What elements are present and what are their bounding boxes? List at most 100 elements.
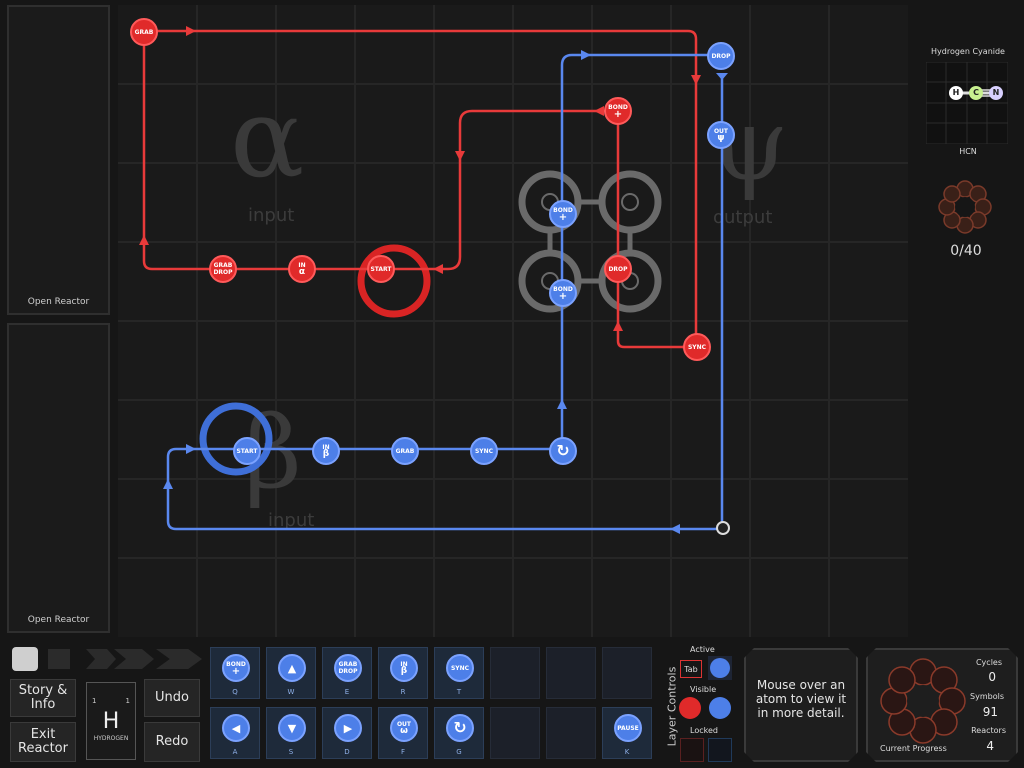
- symbol-label: DROP: [608, 265, 628, 273]
- tool-arrow-down[interactable]: ▼ S: [266, 707, 316, 759]
- tool-label: SYNC: [450, 664, 470, 672]
- tool-icon: PAUSE: [614, 714, 642, 742]
- tool-key: W: [287, 688, 295, 696]
- symbol-label: +: [558, 212, 568, 223]
- tool-label: PAUSE: [617, 724, 639, 732]
- target-formula: HCN: [959, 147, 977, 156]
- tool-key: Q: [232, 688, 238, 696]
- symbol-label: GRAB: [213, 262, 233, 269]
- atom-info-panel: Mouse over an atom to view it in more de…: [744, 648, 858, 762]
- blue-rotate-symbol[interactable]: ↻: [549, 437, 577, 465]
- fast-forward-button[interactable]: [114, 649, 154, 669]
- blue-sync-symbol[interactable]: SYNC: [470, 437, 498, 465]
- red-grab-drop-symbol[interactable]: GRAB DROP: [209, 255, 237, 283]
- waldo-paths: [139, 26, 728, 534]
- tool-label-2: +: [231, 666, 241, 677]
- blue-bond-plus-symbol-2[interactable]: BOND +: [549, 279, 577, 307]
- undo-button[interactable]: Undo: [144, 679, 200, 717]
- symbol-label: SYNC: [474, 447, 494, 455]
- red-start-symbol[interactable]: START: [367, 255, 395, 283]
- blue-bond-plus-symbol-1[interactable]: BOND +: [549, 200, 577, 228]
- tool-out-omega[interactable]: OUT ω F: [378, 707, 428, 759]
- tool-icon: OUT ω: [390, 714, 418, 742]
- element-card[interactable]: 1 1 H HYDROGEN: [86, 682, 136, 760]
- arrow-up-icon: ▲: [287, 661, 297, 675]
- layer-active-label: Active: [690, 645, 715, 654]
- layer-locked-red-toggle[interactable]: [680, 738, 704, 762]
- blue-grab-symbol[interactable]: GRAB: [391, 437, 419, 465]
- arrow-down-icon: ▼: [287, 721, 297, 735]
- arrow-left-icon: ◀: [231, 721, 241, 735]
- tool-icon: ◀: [222, 714, 250, 742]
- reactor-slot-2[interactable]: Open Reactor: [7, 323, 110, 633]
- tool-arrow-left[interactable]: ◀ A: [210, 707, 260, 759]
- tool-grab-drop[interactable]: GRAB DROP E: [322, 647, 372, 699]
- tool-pause[interactable]: PAUSE K: [602, 707, 652, 759]
- fastest-button[interactable]: [156, 649, 202, 669]
- tool-arrow-right[interactable]: ▶ D: [322, 707, 372, 759]
- tool-empty-slot: [490, 707, 540, 759]
- symbol-label: DROP: [711, 52, 731, 60]
- atom-h: H: [952, 88, 960, 97]
- tool-label-2: β: [400, 666, 408, 676]
- blue-waldo-icon[interactable]: [716, 521, 730, 535]
- red-in-alpha-symbol[interactable]: IN α: [288, 255, 316, 283]
- reactor-grid[interactable]: α input β input ψ output GRAB GRAB DROP …: [118, 5, 908, 637]
- target-progress-count: 0/40: [950, 243, 982, 259]
- exit-reactor-button[interactable]: Exit Reactor: [10, 722, 76, 762]
- blue-drop-symbol[interactable]: DROP: [707, 42, 735, 70]
- symbols-label: Symbols: [970, 692, 1004, 701]
- layer-controls-title: Layer Controls: [665, 666, 679, 747]
- tool-arrow-up[interactable]: ▲ W: [266, 647, 316, 699]
- tool-label-2: DROP: [338, 668, 358, 675]
- arrow-right-icon: ▶: [343, 721, 353, 735]
- element-number-right: 1: [125, 697, 130, 705]
- red-sync-symbol[interactable]: SYNC: [683, 333, 711, 361]
- tool-key: T: [456, 688, 462, 696]
- tool-key: F: [400, 748, 406, 756]
- tool-label-2: ω: [400, 726, 408, 736]
- element-name: HYDROGEN: [93, 735, 129, 742]
- blue-layer-icon: [709, 697, 731, 719]
- redo-button[interactable]: Redo: [144, 722, 200, 762]
- reactor-slot-1[interactable]: Open Reactor: [7, 5, 110, 315]
- tool-rotate[interactable]: ↻ G: [434, 707, 484, 759]
- tool-icon: ▲: [278, 654, 306, 682]
- step-button[interactable]: [48, 649, 70, 669]
- symbol-label: DROP: [213, 269, 233, 276]
- red-drop-symbol[interactable]: DROP: [604, 255, 632, 283]
- red-bond-plus-symbol[interactable]: BOND +: [604, 97, 632, 125]
- tool-empty-slot: [490, 647, 540, 699]
- symbol-label: SYNC: [687, 343, 707, 351]
- tool-key: K: [624, 748, 630, 756]
- layer-tab-key: Tab: [680, 660, 702, 678]
- symbol-label: α: [298, 267, 306, 277]
- tool-sync[interactable]: SYNC T: [434, 647, 484, 699]
- stop-button[interactable]: [12, 647, 38, 671]
- red-grab-symbol[interactable]: GRAB: [130, 18, 158, 46]
- layer-visible-red-toggle[interactable]: [678, 696, 702, 720]
- layer-visible-blue-toggle[interactable]: [708, 696, 732, 720]
- tool-key: R: [400, 688, 406, 696]
- symbol-label: +: [613, 109, 623, 120]
- red-layer-icon: [679, 697, 701, 719]
- target-molecule-preview[interactable]: H C N: [925, 61, 1009, 145]
- tool-icon: BOND +: [222, 654, 250, 682]
- story-info-button[interactable]: Story & Info: [10, 679, 76, 717]
- tool-empty-slot: [546, 647, 596, 699]
- tool-empty-slot: [546, 707, 596, 759]
- tool-empty-slot: [602, 647, 652, 699]
- tool-icon: ↻: [446, 714, 474, 742]
- blue-in-beta-symbol[interactable]: IN β: [312, 437, 340, 465]
- blue-layer-icon: [710, 658, 730, 678]
- blue-out-psi-symbol[interactable]: OUT ψ: [707, 121, 735, 149]
- tool-icon: ▶: [334, 714, 362, 742]
- tool-label: GRAB: [338, 661, 358, 668]
- blue-start-symbol[interactable]: START: [233, 437, 261, 465]
- play-button[interactable]: [86, 649, 116, 669]
- tool-in-beta[interactable]: IN β R: [378, 647, 428, 699]
- layer-locked-blue-toggle[interactable]: [708, 738, 732, 762]
- stats-panel: Current Progress Cycles 0 Symbols 91 Rea…: [866, 648, 1018, 762]
- layer-active-blue-toggle[interactable]: [708, 656, 732, 680]
- tool-bond[interactable]: BOND + Q: [210, 647, 260, 699]
